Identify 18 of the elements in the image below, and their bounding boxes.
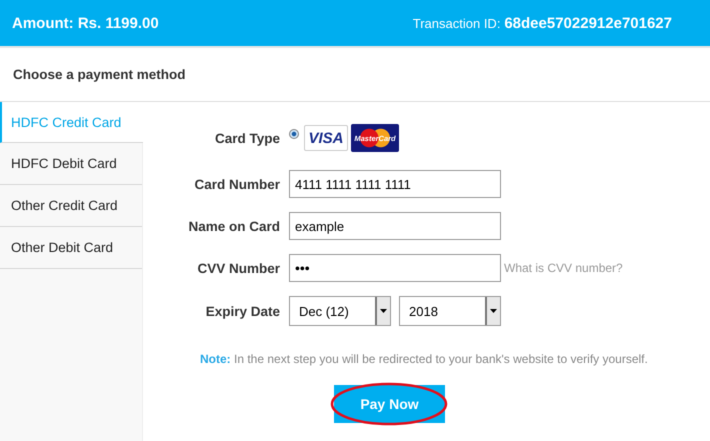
visa-logo: VISA [304,125,348,151]
input-field[interactable]: 4111 1111 1111 1111 [289,170,501,198]
payment-method-tab[interactable]: HDFC Debit Card [0,143,142,185]
field-label: Expiry Date [204,304,281,318]
field-label: CVV Number [196,260,281,276]
note-text: Note: In the next step you will be redirected to your bank's website to verify yourself. [200,352,649,366]
payment-method-tab[interactable]: Other Debit Card [0,227,142,269]
section-title: Choose a payment method [13,67,186,82]
dropdown[interactable]: 2018 [399,296,501,326]
field-label: Card Type [214,130,281,146]
field-label: Name on Card [187,218,281,234]
amount-text: Amount: Rs. 1199.00 [12,14,159,32]
password-field[interactable]: ••• [289,254,501,282]
payment-method-tab[interactable]: Other Credit Card [0,185,142,227]
field-label: Card Number [193,176,281,192]
transaction-id-text: Transaction ID: 68dee57022912e701627 [412,14,672,32]
input-field[interactable]: example [289,212,501,240]
dropdown[interactable]: Dec (12) [289,296,391,326]
